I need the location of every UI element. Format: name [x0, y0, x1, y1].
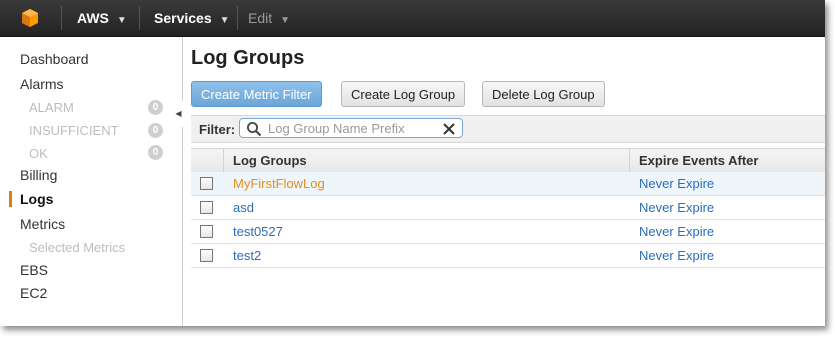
expire-setting-link[interactable]: Never Expire: [639, 248, 714, 263]
aws-menu-label: AWS: [77, 10, 109, 26]
sidebar-item-alarm[interactable]: ALARM: [29, 100, 74, 115]
sidebar: Dashboard Alarms ALARM 0 INSUFFICIENT 0 …: [0, 37, 183, 326]
log-group-name-link[interactable]: asd: [233, 200, 254, 215]
insufficient-count-badge: 0: [148, 123, 163, 138]
chevron-down-icon: ▼: [219, 15, 230, 26]
row-checkbox[interactable]: [200, 177, 213, 190]
aws-logo-icon[interactable]: [0, 0, 60, 36]
sidebar-item-dashboard[interactable]: Dashboard: [20, 51, 89, 67]
table-row[interactable]: test2 Never Expire: [191, 244, 825, 268]
services-menu[interactable]: Services ▼: [154, 0, 230, 36]
sidebar-item-billing[interactable]: Billing: [20, 167, 57, 183]
table-row[interactable]: test0527 Never Expire: [191, 220, 825, 244]
ok-count-badge: 0: [148, 145, 163, 160]
table-header: Log Groups Expire Events After: [191, 148, 825, 173]
console-window: AWS ▼ Services ▼ Edit ▼ Dashboard Alarms AL…: [0, 0, 825, 326]
active-indicator: [9, 191, 12, 207]
sidebar-item-alarms[interactable]: Alarms: [20, 76, 64, 92]
create-metric-filter-button[interactable]: Create Metric Filter: [191, 81, 322, 107]
filter-bar: Filter:: [191, 115, 825, 143]
chevron-down-icon: ▼: [280, 15, 291, 26]
search-icon: [247, 122, 262, 137]
row-checkbox[interactable]: [200, 201, 213, 214]
expire-setting-link[interactable]: Never Expire: [639, 176, 714, 191]
sidebar-item-ok[interactable]: OK: [29, 146, 48, 161]
sidebar-item-ebs[interactable]: EBS: [20, 262, 48, 278]
sidebar-item-logs[interactable]: Logs: [20, 191, 53, 207]
row-checkbox[interactable]: [200, 249, 213, 262]
alarm-count-badge: 0: [148, 100, 163, 115]
chevron-down-icon: ▼: [116, 15, 127, 26]
delete-log-group-button[interactable]: Delete Log Group: [482, 81, 605, 107]
column-header-expire-events[interactable]: Expire Events After: [639, 153, 758, 168]
expire-setting-link[interactable]: Never Expire: [639, 224, 714, 239]
table-row[interactable]: asd Never Expire: [191, 196, 825, 220]
top-nav-bar: AWS ▼ Services ▼ Edit ▼: [0, 0, 825, 37]
collapse-sidebar-icon[interactable]: ◀: [174, 101, 183, 127]
aws-menu[interactable]: AWS ▼: [77, 0, 127, 36]
sidebar-item-metrics[interactable]: Metrics: [20, 216, 65, 232]
column-header-log-groups[interactable]: Log Groups: [233, 153, 307, 168]
sidebar-item-insufficient[interactable]: INSUFFICIENT: [29, 123, 119, 138]
sidebar-item-selected-metrics[interactable]: Selected Metrics: [29, 240, 125, 255]
sidebar-item-ec2[interactable]: EC2: [20, 285, 47, 301]
log-group-name-link[interactable]: test2: [233, 248, 261, 263]
log-group-name-link[interactable]: MyFirstFlowLog: [233, 176, 325, 191]
create-log-group-button[interactable]: Create Log Group: [341, 81, 466, 107]
expire-setting-link[interactable]: Never Expire: [639, 200, 714, 215]
services-menu-label: Services: [154, 10, 212, 26]
row-checkbox[interactable]: [200, 225, 213, 238]
clear-filter-icon[interactable]: [442, 122, 456, 136]
log-group-name-link[interactable]: test0527: [233, 224, 283, 239]
filter-field[interactable]: [239, 118, 463, 138]
page-title: Log Groups: [191, 47, 305, 69]
edit-menu[interactable]: Edit ▼: [248, 0, 290, 36]
log-group-prefix-input[interactable]: [268, 120, 438, 136]
edit-menu-label: Edit: [248, 10, 273, 26]
table-row[interactable]: MyFirstFlowLog Never Expire: [191, 172, 825, 196]
filter-label: Filter:: [199, 122, 236, 137]
main-content: Log Groups Create Metric Filter Create L…: [174, 37, 825, 326]
